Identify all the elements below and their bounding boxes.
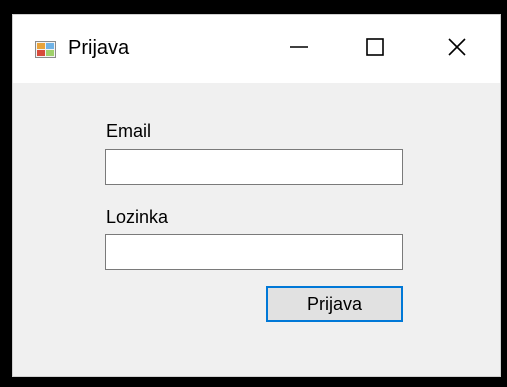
login-button[interactable]: Prijava <box>266 286 403 322</box>
email-field[interactable] <box>105 149 403 185</box>
password-label: Lozinka <box>106 207 169 227</box>
minimize-icon <box>288 36 310 63</box>
maximize-icon <box>364 36 386 63</box>
minimize-button[interactable] <box>269 31 329 67</box>
password-field[interactable] <box>105 234 403 270</box>
email-label: Email <box>106 121 152 141</box>
close-button[interactable] <box>427 31 487 67</box>
title-bar[interactable]: Prijava <box>13 15 500 83</box>
close-icon <box>446 36 468 63</box>
windows-form-icon <box>35 39 57 59</box>
login-window: Prijava Email Lozinka Prijava <box>12 14 501 377</box>
maximize-button[interactable] <box>345 31 405 67</box>
window-title: Prijava <box>68 37 130 59</box>
